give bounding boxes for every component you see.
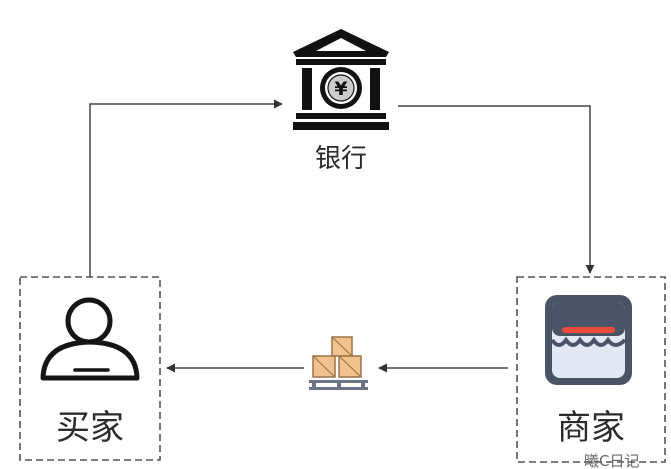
arrow-buyer-to-bank xyxy=(89,99,283,277)
shop-icon xyxy=(545,295,632,385)
buyer-label: 买家 xyxy=(56,408,124,448)
bank-label: 银行 xyxy=(314,144,367,174)
watermark: 曦C日记 xyxy=(584,452,640,469)
bank-icon: ¥ xyxy=(293,29,389,130)
diagram-canvas: ¥ xyxy=(19,29,666,463)
person-icon xyxy=(40,297,140,381)
seller-label: 商家 xyxy=(557,408,625,448)
goods-icon xyxy=(309,336,368,390)
arrow-bank-to-seller xyxy=(398,105,595,274)
yuan-symbol: ¥ xyxy=(334,78,347,100)
